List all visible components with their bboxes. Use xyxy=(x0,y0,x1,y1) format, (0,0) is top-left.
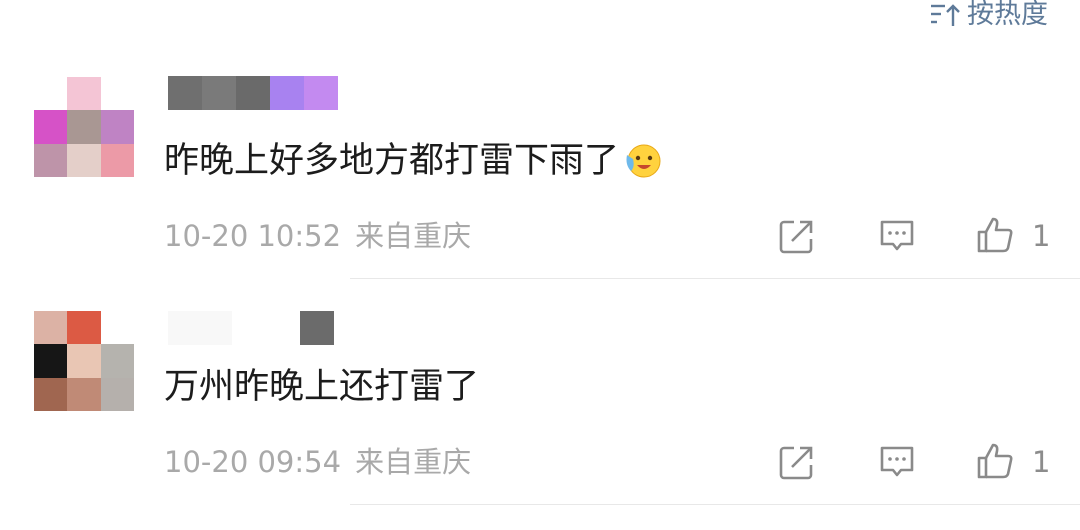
like-count: 1 xyxy=(1032,219,1051,253)
username-pixel xyxy=(270,76,304,110)
avatar-pixel xyxy=(100,311,134,345)
avatar-pixel xyxy=(67,110,101,144)
comment-text-body: 万州昨晚上还打雷了 xyxy=(164,367,480,407)
comment-meta: 10-20 09:54 来自重庆 xyxy=(164,444,471,480)
avatar-pixel xyxy=(100,77,134,111)
avatar-pixel xyxy=(67,77,101,111)
avatar-pixel xyxy=(67,143,101,177)
username-pixel xyxy=(202,76,236,110)
avatar-pixel xyxy=(100,143,134,177)
avatar[interactable] xyxy=(34,77,134,177)
avatar-pixel xyxy=(34,110,68,144)
comment-text-body: 昨晚上好多地方都打雷下雨了 xyxy=(164,141,620,181)
reply-button[interactable] xyxy=(876,215,918,257)
comment-icon xyxy=(880,446,914,477)
share-button[interactable] xyxy=(776,215,818,257)
username-blurred[interactable] xyxy=(168,76,338,110)
username-blurred[interactable] xyxy=(168,311,334,345)
thumbs-up-icon xyxy=(977,217,1013,253)
comment-date: 10-20 10:52 xyxy=(164,219,342,253)
comment-date: 10-20 09:54 xyxy=(164,445,342,479)
like-button[interactable] xyxy=(974,214,1016,256)
sort-icon xyxy=(931,4,960,26)
username-pixel xyxy=(300,311,334,345)
like-button[interactable] xyxy=(974,440,1016,482)
share-button[interactable] xyxy=(776,441,818,483)
avatar-pixel xyxy=(34,344,68,378)
crying-laughing-emoji-icon xyxy=(626,144,661,178)
thumbs-up-icon xyxy=(977,443,1013,479)
comment-meta: 10-20 10:52 来自重庆 xyxy=(164,218,471,254)
comment-text: 万州昨晚上还打雷了 xyxy=(164,364,479,410)
reply-button[interactable] xyxy=(876,441,918,483)
avatar-pixel xyxy=(34,377,68,411)
username-pixel xyxy=(236,76,270,110)
divider xyxy=(350,504,1080,505)
sort-label: 按热度 xyxy=(967,0,1048,30)
username-pixel xyxy=(232,311,266,345)
divider xyxy=(350,278,1080,279)
avatar-pixel xyxy=(67,344,101,378)
comment-location: 来自重庆 xyxy=(355,219,472,253)
avatar[interactable] xyxy=(34,311,134,411)
username-pixel xyxy=(168,311,232,345)
comment-icon xyxy=(880,220,914,251)
sort-by-hot-button[interactable]: 按热度 xyxy=(929,0,1048,30)
share-icon xyxy=(779,446,813,480)
avatar-pixel xyxy=(67,311,101,345)
avatar-pixel xyxy=(100,377,134,411)
share-icon xyxy=(779,220,813,254)
username-pixel xyxy=(168,76,202,110)
avatar-pixel xyxy=(100,344,134,378)
avatar-pixel xyxy=(34,77,68,111)
username-pixel xyxy=(304,76,338,110)
like-count: 1 xyxy=(1032,445,1051,479)
comment-text: 昨晚上好多地方都打雷下雨了 xyxy=(164,138,663,184)
comment-location: 来自重庆 xyxy=(355,445,472,479)
avatar-pixel xyxy=(100,110,134,144)
avatar-pixel xyxy=(67,377,101,411)
username-pixel xyxy=(266,311,300,345)
avatar-pixel xyxy=(34,143,68,177)
avatar-pixel xyxy=(34,311,68,345)
